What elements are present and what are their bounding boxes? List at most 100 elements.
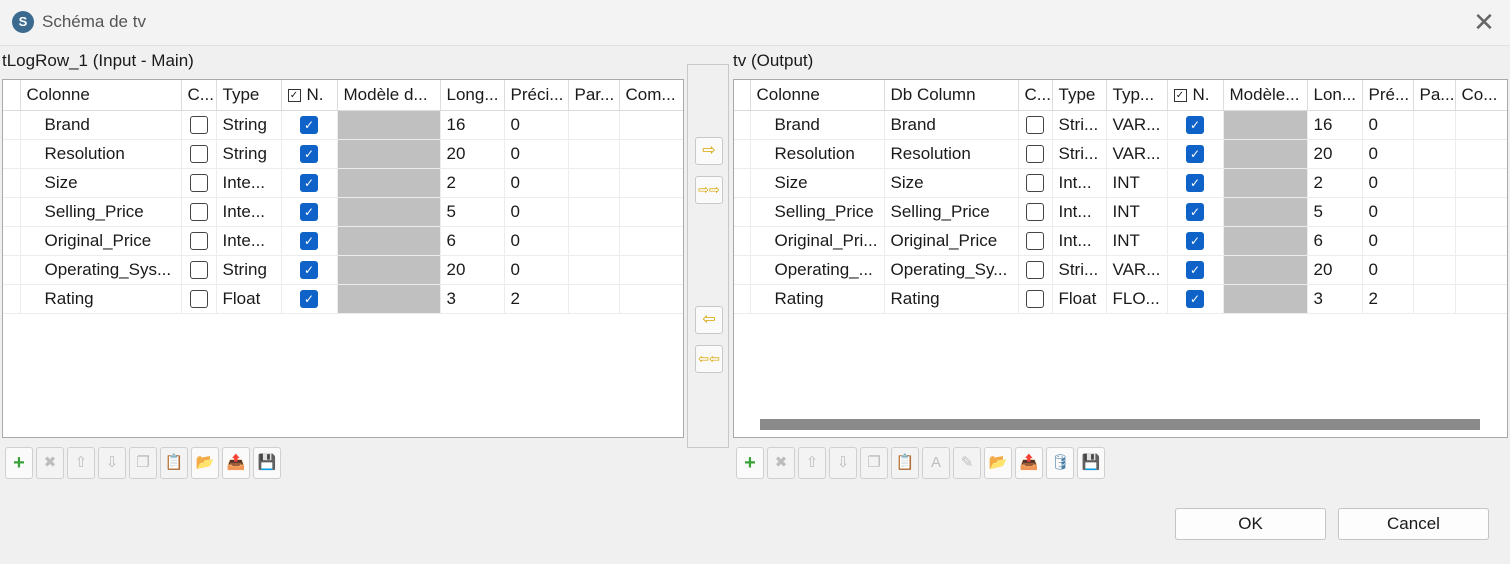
nullable-cell[interactable]: ✓ bbox=[281, 139, 338, 169]
header-nullable[interactable]: ✓ N. bbox=[281, 80, 338, 111]
output-horizontal-scrollbar[interactable] bbox=[760, 419, 1480, 430]
pattern-cell[interactable] bbox=[1413, 139, 1456, 169]
export-schema-button[interactable]: 📤 bbox=[1015, 447, 1043, 479]
db-type-cell[interactable]: VAR... bbox=[1106, 139, 1168, 169]
table-row[interactable]: Selling_Price Inte... ✓ 5 0 bbox=[3, 197, 683, 227]
nullable-cell[interactable]: ✓ bbox=[1167, 139, 1224, 169]
comment-cell[interactable] bbox=[619, 284, 683, 314]
db-type-cell[interactable]: INT bbox=[1106, 226, 1168, 256]
precision-cell[interactable]: 0 bbox=[1362, 226, 1414, 256]
table-row[interactable]: Original_Pri... Original_Price Int... INT ✓ 6… bbox=[734, 226, 1507, 256]
length-cell[interactable]: 2 bbox=[1307, 168, 1363, 198]
add-row-button[interactable]: + bbox=[5, 447, 33, 479]
header-comment[interactable]: Co... bbox=[1455, 80, 1507, 111]
key-checkbox[interactable] bbox=[189, 203, 208, 222]
header-pattern[interactable]: Pa... bbox=[1413, 80, 1456, 111]
key-checkbox[interactable] bbox=[1026, 174, 1044, 193]
remove-row-button[interactable]: ✖ bbox=[36, 447, 64, 479]
comment-cell[interactable] bbox=[619, 255, 683, 285]
comment-cell[interactable] bbox=[1455, 284, 1507, 314]
header-model[interactable]: Modèle d... bbox=[337, 80, 441, 111]
header-key[interactable]: C... bbox=[1018, 80, 1053, 111]
db-column-cell[interactable]: Resolution bbox=[884, 139, 1019, 169]
nullable-checkbox-checked-icon[interactable]: ✓ bbox=[1186, 261, 1204, 280]
nullable-checkbox-checked-icon[interactable]: ✓ bbox=[1186, 232, 1204, 251]
nullable-checkbox-checked-icon[interactable]: ✓ bbox=[1186, 290, 1204, 309]
nullable-checkbox-checked-icon[interactable]: ✓ bbox=[1186, 145, 1204, 164]
nullable-cell[interactable]: ✓ bbox=[281, 284, 338, 314]
pattern-cell[interactable] bbox=[1413, 255, 1456, 285]
copy-button[interactable]: ❐ bbox=[860, 447, 888, 479]
column-name-cell[interactable]: Brand bbox=[20, 110, 182, 140]
key-checkbox[interactable] bbox=[1026, 290, 1044, 309]
length-cell[interactable]: 5 bbox=[440, 197, 505, 227]
nullable-cell[interactable]: ✓ bbox=[1167, 168, 1224, 198]
nullable-checkbox-checked-icon[interactable]: ✓ bbox=[300, 290, 318, 309]
type-cell[interactable]: Int... bbox=[1052, 168, 1107, 198]
comment-cell[interactable] bbox=[1455, 139, 1507, 169]
key-checkbox[interactable] bbox=[1026, 261, 1044, 280]
precision-cell[interactable]: 0 bbox=[1362, 168, 1414, 198]
header-colonne[interactable]: Colonne bbox=[20, 80, 182, 111]
precision-cell[interactable]: 0 bbox=[504, 139, 569, 169]
remove-row-button[interactable]: ✖ bbox=[767, 447, 795, 479]
length-cell[interactable]: 6 bbox=[440, 226, 505, 256]
key-checkbox[interactable] bbox=[189, 174, 208, 193]
text-icon-button[interactable]: A bbox=[922, 447, 950, 479]
table-row[interactable]: Operating_Sys... String ✓ 20 0 bbox=[3, 255, 683, 285]
db-column-cell[interactable]: Rating bbox=[884, 284, 1019, 314]
database-icon-button[interactable]: 🛢 bbox=[1046, 447, 1074, 479]
db-type-cell[interactable]: VAR... bbox=[1106, 110, 1168, 140]
precision-cell[interactable]: 0 bbox=[504, 255, 569, 285]
type-cell[interactable]: Float bbox=[216, 284, 282, 314]
key-checkbox[interactable] bbox=[189, 261, 208, 280]
pattern-cell[interactable] bbox=[568, 197, 620, 227]
table-row[interactable]: Resolution String ✓ 20 0 bbox=[3, 139, 683, 169]
nullable-checkbox-checked-icon[interactable]: ✓ bbox=[300, 116, 318, 135]
pattern-cell[interactable] bbox=[568, 139, 620, 169]
move-up-button[interactable]: ⇧ bbox=[798, 447, 826, 479]
precision-cell[interactable]: 0 bbox=[504, 168, 569, 198]
comment-cell[interactable] bbox=[1455, 197, 1507, 227]
precision-cell[interactable]: 0 bbox=[504, 110, 569, 140]
header-length[interactable]: Lon... bbox=[1307, 80, 1363, 111]
key-cell[interactable] bbox=[1018, 284, 1053, 314]
comment-cell[interactable] bbox=[1455, 255, 1507, 285]
table-row[interactable]: Brand String ✓ 16 0 bbox=[3, 110, 683, 140]
copy-all-left-icon[interactable]: ⇦⇦ bbox=[695, 345, 723, 373]
table-row[interactable]: Rating Float ✓ 3 2 bbox=[3, 284, 683, 314]
precision-cell[interactable]: 0 bbox=[504, 226, 569, 256]
column-name-cell[interactable]: Operating_Sys... bbox=[20, 255, 182, 285]
table-row[interactable]: Brand Brand Stri... VAR... ✓ 16 0 bbox=[734, 110, 1507, 140]
type-cell[interactable]: Inte... bbox=[216, 226, 282, 256]
key-checkbox[interactable] bbox=[1026, 145, 1044, 164]
comment-cell[interactable] bbox=[619, 168, 683, 198]
nullable-checkbox-checked-icon[interactable]: ✓ bbox=[1186, 174, 1204, 193]
column-name-cell[interactable]: Rating bbox=[20, 284, 182, 314]
precision-cell[interactable]: 0 bbox=[1362, 110, 1414, 140]
header-model[interactable]: Modèle... bbox=[1223, 80, 1308, 111]
nullable-checkbox-checked-icon[interactable]: ✓ bbox=[300, 203, 318, 222]
pattern-cell[interactable] bbox=[568, 110, 620, 140]
comment-cell[interactable] bbox=[1455, 226, 1507, 256]
nullable-cell[interactable]: ✓ bbox=[1167, 255, 1224, 285]
comment-cell[interactable] bbox=[1455, 168, 1507, 198]
pattern-cell[interactable] bbox=[1413, 284, 1456, 314]
pattern-cell[interactable] bbox=[568, 284, 620, 314]
header-comment[interactable]: Com... bbox=[619, 80, 683, 111]
length-cell[interactable]: 6 bbox=[1307, 226, 1363, 256]
pattern-cell[interactable] bbox=[568, 255, 620, 285]
import-schema-button[interactable]: 📂 bbox=[984, 447, 1012, 479]
copy-all-right-icon[interactable]: ⇨⇨ bbox=[695, 176, 723, 204]
nullable-checkbox-checked-icon[interactable]: ✓ bbox=[300, 145, 318, 164]
type-cell[interactable]: Float bbox=[1052, 284, 1107, 314]
copy-selected-right-icon[interactable]: ⇨ bbox=[695, 137, 723, 165]
key-checkbox[interactable] bbox=[1026, 116, 1044, 135]
key-cell[interactable] bbox=[1018, 255, 1053, 285]
comment-cell[interactable] bbox=[619, 226, 683, 256]
db-type-cell[interactable]: VAR... bbox=[1106, 255, 1168, 285]
column-name-cell[interactable]: Resolution bbox=[20, 139, 182, 169]
length-cell[interactable]: 3 bbox=[440, 284, 505, 314]
length-cell[interactable]: 20 bbox=[1307, 255, 1363, 285]
precision-cell[interactable]: 0 bbox=[1362, 197, 1414, 227]
